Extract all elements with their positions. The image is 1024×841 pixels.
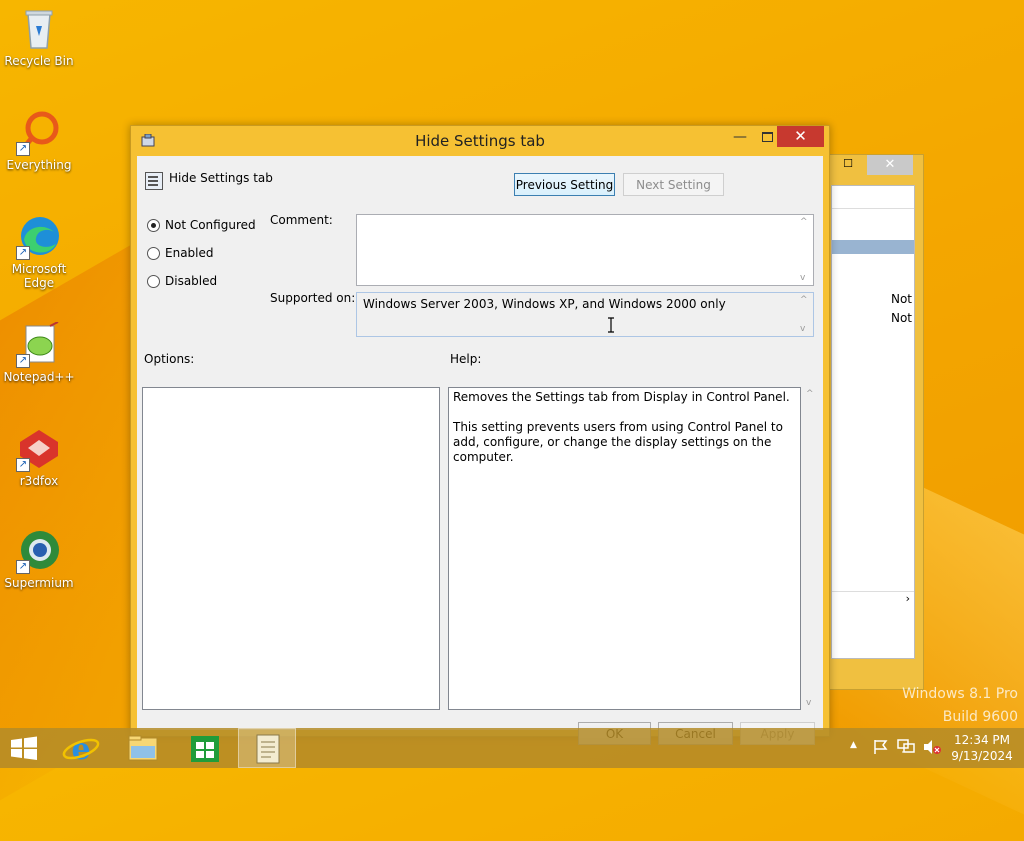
action-center-flag-icon[interactable] — [872, 738, 890, 778]
start-button[interactable] — [0, 728, 48, 768]
volume-muted-icon[interactable] — [922, 738, 942, 778]
scroll-down-icon[interactable]: v — [806, 698, 811, 708]
state-value: Not — [890, 292, 912, 306]
scroll-up-icon[interactable]: ^ — [800, 217, 808, 227]
maximize-icon[interactable]: ☐ — [837, 157, 859, 175]
options-label: Options: — [144, 352, 195, 366]
text-cursor-icon — [607, 317, 615, 333]
supported-on-label: Supported on: — [270, 291, 356, 305]
help-scrollbar[interactable]: ^ v — [803, 387, 819, 710]
desktop-icon-label: Recycle Bin — [4, 54, 74, 68]
help-text: Removes the Settings tab from Display in… — [453, 390, 790, 464]
store-icon — [191, 736, 219, 762]
window-title: Hide Settings tab — [415, 132, 545, 150]
desktop-icon-microsoft-edge[interactable]: ↗ Microsoft Edge — [2, 214, 76, 290]
options-panel[interactable] — [142, 387, 440, 710]
desktop-icon-label: Notepad++ — [3, 370, 75, 384]
background-window-content: Not Not › — [831, 185, 915, 659]
scroll-down-icon[interactable]: v — [800, 324, 805, 334]
close-button[interactable]: ✕ — [867, 155, 913, 175]
taskbar-clock[interactable]: 12:34 PM 9/13/2024 — [944, 732, 1020, 764]
shortcut-arrow-icon: ↗ — [16, 142, 30, 156]
desktop-icon-label: Supermium — [4, 576, 74, 590]
help-panel[interactable]: Removes the Settings tab from Display in… — [448, 387, 801, 710]
policy-document-icon — [256, 734, 280, 764]
desktop-icon-label: r3dfox — [19, 474, 59, 488]
supported-on-textbox[interactable]: Windows Server 2003, Windows XP, and Win… — [356, 292, 814, 337]
radio-indicator[interactable] — [147, 275, 160, 288]
desktop-icon-notepad-plus-plus[interactable]: ↗ Notepad++ — [2, 321, 76, 384]
taskbar-file-explorer[interactable] — [114, 728, 172, 768]
previous-setting-button[interactable]: Previous Setting — [514, 173, 615, 196]
comment-label: Comment: — [270, 213, 333, 227]
help-label: Help: — [450, 352, 482, 366]
notepad-plus-plus-icon: ↗ — [16, 321, 62, 368]
minimize-button[interactable]: — — [727, 128, 753, 148]
supermium-icon: ↗ — [16, 528, 62, 574]
taskbar-internet-explorer[interactable]: e — [52, 728, 110, 768]
taskbar: e ▲ 12:34 PM 9/13/2024 — [0, 728, 1024, 768]
radio-label: Enabled — [165, 246, 214, 260]
r3dfox-icon: ↗ — [16, 426, 62, 472]
clock-date: 9/13/2024 — [951, 749, 1013, 763]
taskbar-group-policy-editor[interactable] — [238, 728, 296, 768]
desktop-icon-supermium[interactable]: ↗ Supermium — [2, 528, 76, 590]
clock-time: 12:34 PM — [954, 733, 1010, 747]
desktop-icon-recycle-bin[interactable]: Recycle Bin — [2, 6, 76, 68]
network-icon[interactable] — [896, 738, 916, 778]
scroll-up-icon[interactable]: ^ — [806, 389, 814, 399]
edge-icon: ↗ — [16, 214, 62, 260]
scroll-down-icon[interactable]: v — [800, 273, 805, 283]
svg-text:e: e — [71, 732, 90, 767]
scroll-right-icon[interactable]: › — [906, 592, 910, 605]
state-value: Not — [890, 311, 912, 325]
maximize-icon — [762, 132, 773, 142]
radio-label: Disabled — [165, 274, 218, 288]
policy-name: Hide Settings tab — [169, 171, 273, 185]
policy-setting-icon — [145, 172, 163, 190]
next-setting-button[interactable]: Next Setting — [623, 173, 724, 196]
radio-indicator[interactable] — [147, 219, 160, 232]
shortcut-arrow-icon: ↗ — [16, 560, 30, 574]
desktop-icon-everything[interactable]: ↗ Everything — [2, 110, 76, 172]
dialog-client-area: Hide Settings tab Previous Setting Next … — [137, 156, 823, 745]
shortcut-arrow-icon: ↗ — [16, 354, 30, 368]
column-header — [832, 186, 914, 209]
windows-logo-icon — [11, 736, 37, 760]
recycle-bin-icon — [16, 6, 62, 52]
desktop-icon-r3dfox[interactable]: ↗ r3dfox — [2, 426, 76, 488]
internet-explorer-icon: e — [62, 732, 100, 767]
desktop-icon-label: Everything — [6, 158, 72, 172]
radio-label: Not Configured — [165, 218, 256, 232]
windows-build-watermark: Build 9600 — [942, 709, 1018, 725]
supported-on-scrollbar[interactable]: ^ v — [797, 293, 813, 336]
windows-edition-watermark: Windows 8.1 Pro — [902, 686, 1018, 702]
everything-search-icon: ↗ — [16, 110, 62, 156]
shortcut-arrow-icon: ↗ — [16, 246, 30, 260]
horizontal-scrollbar[interactable]: › — [832, 591, 914, 606]
comment-textbox[interactable]: ^ v — [356, 214, 814, 286]
shortcut-arrow-icon: ↗ — [16, 458, 30, 472]
show-hidden-icons-button[interactable]: ▲ — [850, 740, 857, 780]
scroll-up-icon[interactable]: ^ — [800, 295, 808, 305]
close-button[interactable]: ✕ — [777, 126, 824, 147]
folder-icon — [128, 735, 158, 761]
radio-indicator[interactable] — [147, 247, 160, 260]
selected-row[interactable] — [832, 240, 914, 254]
taskbar-store[interactable] — [176, 728, 234, 768]
supported-on-text: Windows Server 2003, Windows XP, and Win… — [363, 297, 726, 311]
policy-setting-dialog: Hide Settings tab — ✕ Hide Settings tab … — [130, 125, 830, 745]
desktop-icon-label: Microsoft Edge — [11, 262, 67, 290]
background-window[interactable]: ☐ ✕ Not Not › — [822, 154, 924, 690]
comment-scrollbar[interactable]: ^ v — [797, 215, 813, 285]
title-bar[interactable]: Hide Settings tab — ✕ — [131, 126, 829, 156]
